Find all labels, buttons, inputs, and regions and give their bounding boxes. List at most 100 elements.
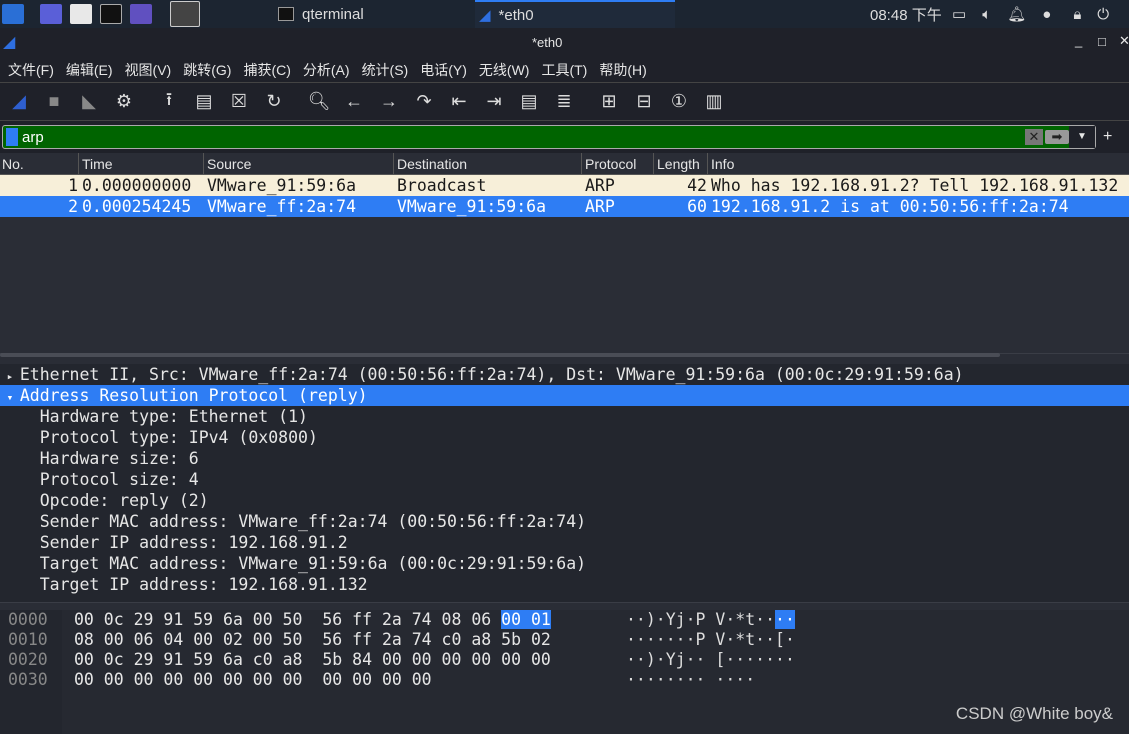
task-eth0[interactable]: ◢ *eth0	[475, 0, 675, 28]
column-header-protocol[interactable]: Protocol	[585, 156, 636, 172]
menu-item[interactable]: 工具(T)	[541, 60, 587, 80]
column-header-length[interactable]: Length	[657, 156, 700, 172]
column-header-destination[interactable]: Destination	[397, 156, 467, 172]
menu-item[interactable]: 无线(W)	[479, 60, 530, 80]
volume-icon[interactable]: 🔈︎	[982, 6, 991, 23]
forward-icon[interactable]: →	[376, 89, 402, 115]
horizontal-scrollbar[interactable]	[0, 353, 1000, 357]
file-icon[interactable]: ▤	[191, 89, 217, 115]
autoscroll-icon[interactable]: ▤	[516, 89, 542, 115]
add-filter-button[interactable]: +	[1103, 128, 1112, 146]
workspace-icon[interactable]	[40, 4, 62, 24]
column-header-source[interactable]: Source	[207, 156, 251, 172]
menu-item[interactable]: 跳转(G)	[183, 60, 231, 80]
packet-source: VMware_ff:2a:74	[207, 197, 357, 216]
menu-item[interactable]: 电话(Y)	[420, 60, 467, 80]
ascii-bytes[interactable]: ··)·Yj·P V·*t····	[626, 610, 795, 630]
hex-bytes[interactable]: 00 0c 29 91 59 6a c0 a8 5b 84 00 00 00 0…	[74, 650, 551, 670]
screen-recorder-icon[interactable]	[130, 4, 152, 24]
resize-columns-icon[interactable]: ▥	[701, 89, 727, 115]
column-divider[interactable]	[393, 153, 394, 175]
zoom-out-icon[interactable]: ⊟	[631, 89, 657, 115]
detail-line[interactable]: Sender IP address: 192.168.91.2	[0, 532, 1129, 553]
back-icon[interactable]: ←	[341, 89, 367, 115]
maximize-button[interactable]: □	[1098, 34, 1106, 49]
display-filter-input[interactable]	[18, 128, 1025, 146]
menu-item[interactable]: 分析(A)	[303, 60, 350, 80]
detail-line[interactable]: ▸ Ethernet II, Src: VMware_ff:2a:74 (00:…	[0, 364, 1129, 385]
column-divider[interactable]	[707, 153, 708, 175]
terminal-icon[interactable]	[100, 4, 122, 24]
close-button[interactable]: ✕	[1119, 33, 1129, 49]
detail-line[interactable]: Opcode: reply (2)	[0, 490, 1129, 511]
menu-item[interactable]: 帮助(H)	[599, 60, 646, 80]
notification-bell-icon[interactable]: 🔔︎	[1007, 5, 1026, 23]
hex-bytes[interactable]: 00 00 00 00 00 00 00 00 00 00 00 00	[74, 670, 432, 690]
find-icon[interactable]: 🔍︎	[306, 89, 332, 115]
detail-text: Opcode: reply (2)	[39, 491, 209, 510]
apply-filter-icon[interactable]: ➡	[1045, 130, 1069, 144]
stop-capture-icon[interactable]: ■	[41, 89, 67, 115]
start-capture-icon[interactable]: ◢	[6, 89, 32, 115]
menu-item[interactable]: 视图(V)	[125, 60, 172, 80]
column-header-time[interactable]: Time	[82, 156, 113, 172]
ascii-bytes[interactable]: ··)·Yj·· [·······	[626, 650, 795, 670]
logout-icon[interactable]: ⏻	[1097, 6, 1109, 23]
colorize-icon[interactable]: ≣	[551, 89, 577, 115]
zoom-in-icon[interactable]: ⊞	[596, 89, 622, 115]
minimize-button[interactable]: _	[1075, 33, 1082, 48]
packet-list[interactable]: 1 0.000000000 VMware_91:59:6a Broadcast ARP 4…	[0, 175, 1129, 353]
detail-line[interactable]: ▾ Address Resolution Protocol (reply)	[0, 385, 1129, 406]
detail-text: Protocol type: IPv4 (0x0800)	[39, 428, 318, 447]
capture-options-icon[interactable]: ⚙	[111, 89, 137, 115]
bookmark-icon[interactable]	[6, 128, 18, 146]
detail-line[interactable]: Protocol size: 4	[0, 469, 1129, 490]
lock-icon[interactable]: 🔒︎	[1073, 6, 1081, 23]
restart-capture-icon[interactable]: ◣	[76, 89, 102, 115]
file-manager-icon[interactable]	[70, 4, 92, 24]
byte-offset: 0030	[0, 670, 62, 690]
detail-line[interactable]: Hardware type: Ethernet (1)	[0, 406, 1129, 427]
column-header-info[interactable]: Info	[711, 156, 734, 172]
packet-no: 1	[68, 176, 78, 195]
ascii-bytes[interactable]: ········ ····	[626, 670, 755, 690]
open-file-icon[interactable]: ⭱	[156, 89, 182, 115]
column-header-no[interactable]: No.	[2, 156, 24, 172]
column-divider[interactable]	[78, 153, 79, 175]
kali-menu-icon[interactable]	[2, 4, 24, 24]
normal-size-icon[interactable]: ①	[666, 89, 692, 115]
menu-item[interactable]: 文件(F)	[8, 60, 54, 80]
power-manager-icon[interactable]: ●	[1042, 6, 1051, 23]
task-qterminal[interactable]: qterminal	[278, 0, 364, 28]
packet-row[interactable]: 2 0.000254245 VMware_ff:2a:74 VMware_91:59:…	[0, 196, 1129, 217]
display-icon[interactable]: ▭	[952, 5, 966, 23]
wireshark-launcher-icon[interactable]	[170, 1, 200, 27]
go-to-packet-icon[interactable]: ↷	[411, 89, 437, 115]
detail-line[interactable]: Target IP address: 192.168.91.132	[0, 574, 1129, 595]
filter-history-dropdown[interactable]: ▼	[1069, 126, 1095, 148]
packet-row[interactable]: 1 0.000000000 VMware_91:59:6a Broadcast ARP 4…	[0, 175, 1129, 196]
expanded-arrow-icon[interactable]: ▾	[0, 391, 20, 404]
detail-text: Hardware type: Ethernet (1)	[39, 407, 308, 426]
menu-item[interactable]: 捕获(C)	[243, 60, 290, 80]
reload-icon[interactable]: ↻	[261, 89, 287, 115]
clock[interactable]: 08:48 下午	[870, 0, 942, 28]
column-divider[interactable]	[581, 153, 582, 175]
menu-item[interactable]: 统计(S)	[362, 60, 409, 80]
collapsed-arrow-icon[interactable]: ▸	[0, 370, 20, 383]
detail-line[interactable]: Sender MAC address: VMware_ff:2a:74 (00:…	[0, 511, 1129, 532]
ascii-bytes[interactable]: ·······P V·*t··[·	[626, 630, 795, 650]
menu-item[interactable]: 编辑(E)	[66, 60, 113, 80]
detail-line[interactable]: Target MAC address: VMware_91:59:6a (00:…	[0, 553, 1129, 574]
detail-line[interactable]: Protocol type: IPv4 (0x0800)	[0, 427, 1129, 448]
hex-bytes[interactable]: 08 00 06 04 00 02 00 50 56 ff 2a 74 c0 a…	[74, 630, 551, 650]
column-divider[interactable]	[203, 153, 204, 175]
packet-details[interactable]: ▸ Ethernet II, Src: VMware_ff:2a:74 (00:…	[0, 364, 1129, 604]
close-file-icon[interactable]: ☒	[226, 89, 252, 115]
first-packet-icon[interactable]: ⇤	[446, 89, 472, 115]
column-divider[interactable]	[653, 153, 654, 175]
hex-bytes[interactable]: 00 0c 29 91 59 6a 00 50 56 ff 2a 74 08 0…	[74, 610, 551, 630]
clear-filter-icon[interactable]: ✕	[1025, 129, 1043, 145]
last-packet-icon[interactable]: ⇥	[481, 89, 507, 115]
detail-line[interactable]: Hardware size: 6	[0, 448, 1129, 469]
